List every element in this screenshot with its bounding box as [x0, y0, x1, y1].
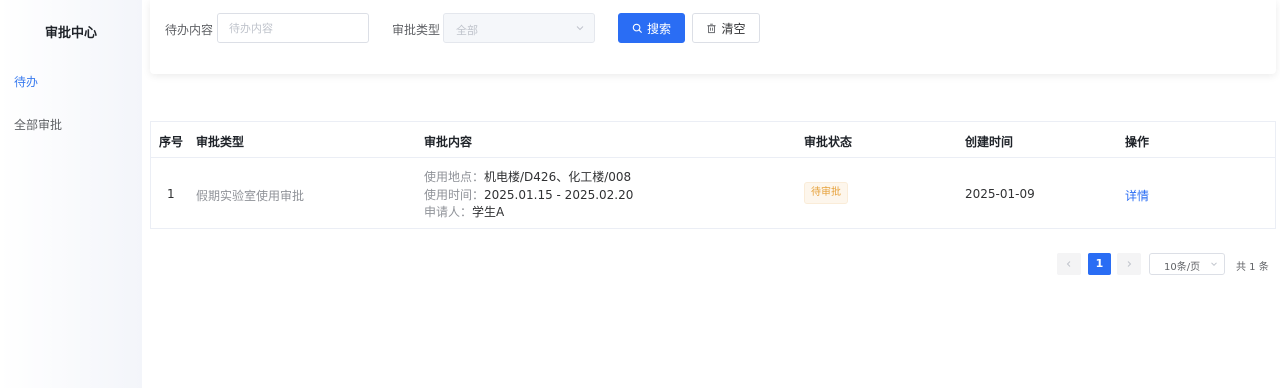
type-select[interactable]: 全部: [443, 13, 595, 43]
location-value: 机电楼/D426、化工楼/008: [484, 170, 632, 184]
chevron-down-icon: [576, 26, 584, 31]
next-page-button[interactable]: [1117, 253, 1141, 275]
applicant-key: 申请人：: [424, 205, 473, 219]
row-created: 2025-01-09: [965, 187, 1035, 201]
location-key: 使用地点：: [424, 170, 485, 184]
table-header: 序号 审批类型 审批内容 审批状态 创建时间 操作: [151, 122, 1275, 158]
row-type: 假期实验室使用审批: [196, 189, 305, 203]
content-location: 使用地点：机电楼/D426、化工楼/008: [424, 169, 633, 187]
search-button-label: 搜索: [646, 21, 671, 36]
applicant-value: 学生A: [472, 205, 505, 219]
search-form: 待办内容 审批类型 全部 搜索 清空: [150, 0, 1276, 74]
sidebar: 审批中心 待办 全部审批: [0, 0, 142, 388]
type-select-value: 全部: [456, 24, 478, 37]
time-value: 2025.01.15 - 2025.02.20: [484, 187, 634, 202]
sidebar-title: 审批中心: [44, 26, 97, 41]
status-badge: 待审批: [804, 182, 848, 204]
approval-table: 序号 审批类型 审批内容 审批状态 创建时间 操作 1 假期实验室使用审批 使用…: [150, 121, 1276, 229]
content-applicant: 申请人：学生A: [424, 204, 633, 222]
page-size-select[interactable]: 10条/页: [1149, 253, 1225, 275]
header-content: 审批内容: [424, 135, 473, 149]
type-label: 审批类型: [392, 23, 441, 37]
total-count: 共 1 条: [1236, 262, 1269, 273]
clear-button[interactable]: 清空: [692, 13, 760, 43]
chevron-right-icon: [1127, 261, 1132, 267]
chevron-left-icon: [1066, 261, 1071, 267]
header-status: 审批状态: [804, 135, 853, 149]
header-action: 操作: [1125, 135, 1150, 149]
content-input[interactable]: [217, 13, 369, 43]
content-time: 使用时间：2025.01.15 - 2025.02.20: [424, 187, 633, 205]
header-type: 审批类型: [196, 135, 245, 149]
sidebar-item-todo[interactable]: 待办: [14, 73, 38, 90]
header-created: 创建时间: [965, 135, 1014, 149]
page-size-value: 10条/页: [1164, 262, 1201, 273]
prev-page-button[interactable]: [1057, 253, 1081, 275]
search-icon: [632, 23, 642, 33]
page-number-current[interactable]: 1: [1088, 253, 1111, 275]
content-label: 待办内容: [165, 23, 214, 37]
row-index: 1: [167, 187, 175, 201]
clear-button-label: 清空: [721, 21, 746, 36]
row-content: 使用地点：机电楼/D426、化工楼/008 使用时间：2025.01.15 - …: [424, 169, 633, 222]
detail-link[interactable]: 详情: [1125, 187, 1149, 204]
sidebar-item-all-approvals[interactable]: 全部审批: [14, 116, 62, 133]
chevron-down-icon: [1211, 262, 1217, 267]
search-button[interactable]: 搜索: [618, 13, 685, 43]
trash-icon: [707, 23, 717, 33]
header-index: 序号: [159, 135, 184, 149]
time-key: 使用时间：: [424, 187, 485, 202]
